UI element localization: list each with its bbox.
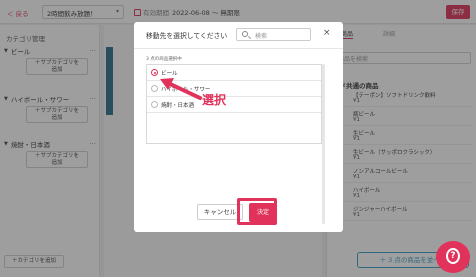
annotation-arrow-icon (160, 78, 202, 100)
